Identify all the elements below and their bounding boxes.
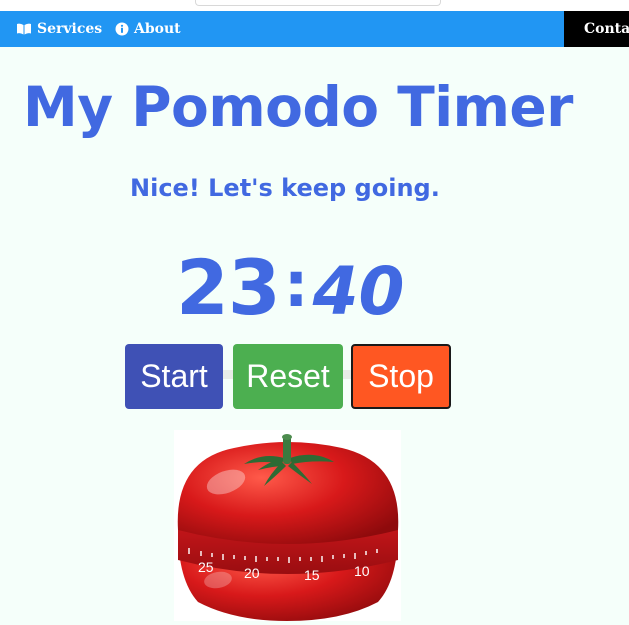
- nav-contact-link[interactable]: Conta: [564, 11, 629, 47]
- dial-label-25: 25: [198, 559, 214, 575]
- info-icon: [115, 22, 129, 36]
- book-icon: [17, 23, 31, 35]
- dial-label-10: 10: [354, 563, 370, 579]
- reset-button[interactable]: Reset: [233, 344, 343, 409]
- nav-about-link[interactable]: About: [115, 11, 181, 47]
- nav-contact-label: Conta: [584, 21, 629, 37]
- browser-top-strip: [0, 0, 629, 11]
- dial-label-20: 20: [244, 565, 260, 581]
- start-button[interactable]: Start: [125, 344, 223, 409]
- timer-minutes: 23: [176, 243, 281, 332]
- nav-about-label: About: [134, 21, 181, 37]
- page-title: My Pomodo Timer: [23, 75, 573, 139]
- tomato-timer-illustration: 25 20 15 10: [177, 434, 399, 621]
- navbar: Services About Conta: [0, 11, 629, 47]
- tomato-timer-image: 25 20 15 10: [174, 430, 401, 621]
- nav-services-link[interactable]: Services: [16, 11, 102, 47]
- browser-tab-edge: [195, 0, 441, 6]
- dial-label-15: 15: [304, 567, 320, 583]
- stop-button[interactable]: Stop: [351, 344, 451, 409]
- timer-seconds: 40: [312, 253, 405, 330]
- timer-display: 23:40: [176, 238, 404, 339]
- timer-separator: :: [283, 248, 309, 321]
- nav-services-label: Services: [37, 21, 103, 37]
- status-message: Nice! Let's keep going.: [130, 174, 440, 202]
